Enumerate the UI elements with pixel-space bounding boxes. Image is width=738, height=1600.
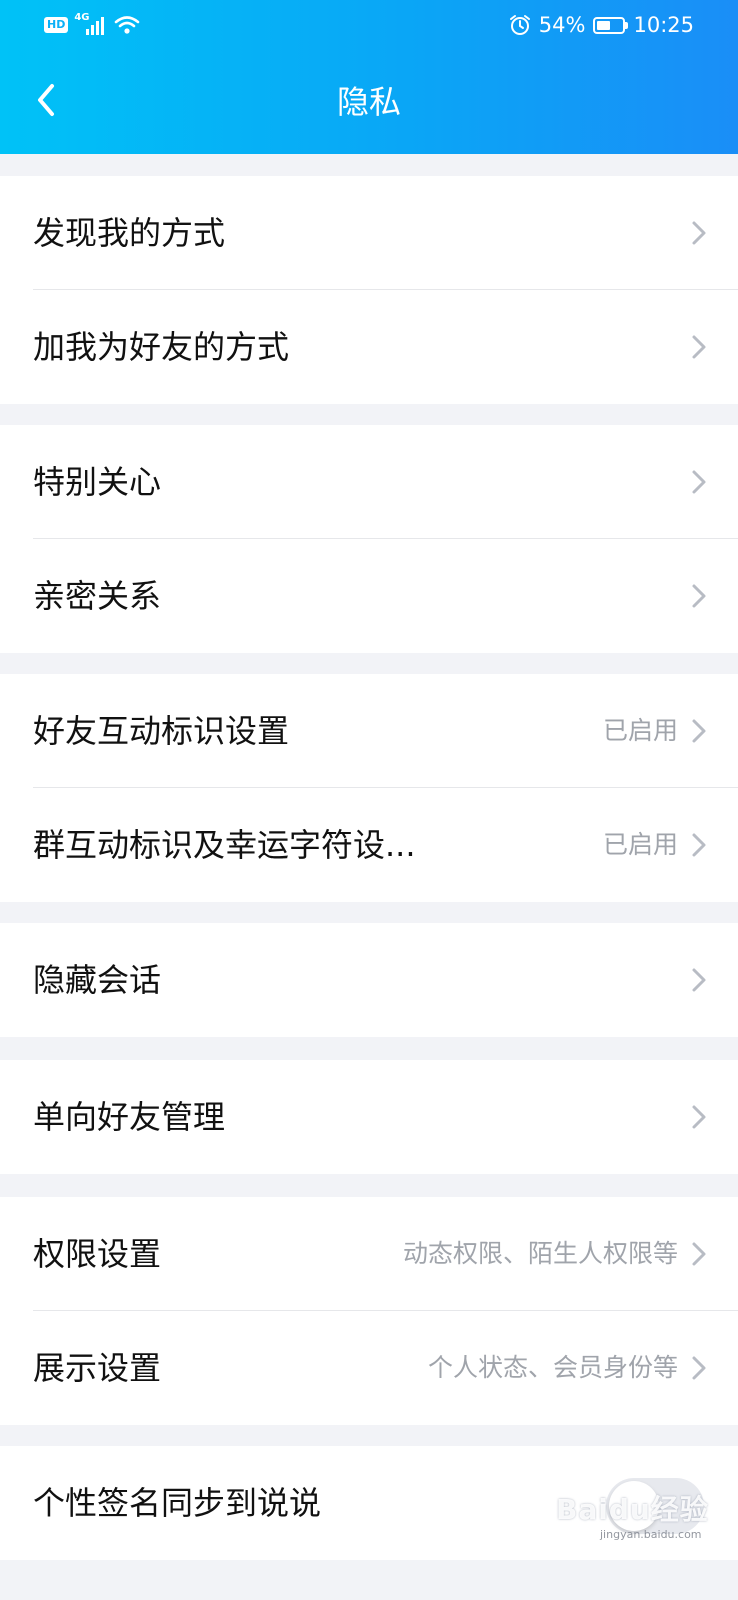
- chevron-right-icon: [692, 1242, 706, 1266]
- signal-icon: 4G: [74, 13, 108, 37]
- watermark-url: jingyan.baidu.com: [600, 1528, 702, 1541]
- chevron-right-icon: [692, 470, 706, 494]
- row-label: 发现我的方式: [33, 214, 226, 252]
- group-permissions: 权限设置 动态权限、陌生人权限等 展示设置 个人状态、会员身份等: [0, 1197, 738, 1425]
- chevron-right-icon: [692, 1356, 706, 1380]
- chevron-right-icon: [692, 221, 706, 245]
- row-label: 展示设置: [33, 1349, 162, 1387]
- chevron-right-icon: [692, 833, 706, 857]
- row-label: 权限设置: [33, 1235, 162, 1273]
- row-label: 特别关心: [33, 463, 162, 501]
- battery-icon: [593, 16, 629, 34]
- clock: 10:25: [633, 13, 694, 37]
- setting-row-special-care[interactable]: 特别关心: [0, 425, 738, 539]
- row-label: 隐藏会话: [33, 961, 162, 999]
- row-label: 群互动标识及幸运字符设...: [33, 826, 416, 864]
- chevron-right-icon: [692, 719, 706, 743]
- status-right: 54% 10:25: [509, 10, 694, 40]
- row-label: 亲密关系: [33, 577, 162, 615]
- battery-percent: 54%: [538, 13, 586, 37]
- status-left: HD 4G: [44, 12, 140, 38]
- row-label: 加我为好友的方式: [33, 328, 290, 366]
- setting-row-permissions[interactable]: 权限设置 动态权限、陌生人权限等: [0, 1197, 738, 1311]
- alarm-icon: [509, 15, 530, 35]
- baidu-watermark: Baidu经验 jingyan.baidu.com: [556, 1488, 716, 1541]
- wifi-icon: [115, 16, 140, 34]
- setting-row-intimate-relation[interactable]: 亲密关系: [0, 539, 738, 653]
- row-label: 单向好友管理: [33, 1098, 226, 1136]
- setting-row-group-interaction-mark[interactable]: 群互动标识及幸运字符设... 已启用: [0, 788, 738, 902]
- chevron-right-icon: [692, 335, 706, 359]
- top-app-bar: HD 4G 54% 10:25 隐私: [0, 0, 738, 154]
- watermark-text: Baidu经验: [556, 1493, 709, 1526]
- group-one-way-friends: 单向好友管理: [0, 1060, 738, 1174]
- row-value: 已启用: [602, 830, 678, 859]
- row-label: 个性签名同步到说说: [33, 1484, 322, 1522]
- row-label: 好友互动标识设置: [33, 712, 290, 750]
- row-value: 个人状态、会员身份等: [427, 1353, 678, 1382]
- group-interaction-marks: 好友互动标识设置 已启用 群互动标识及幸运字符设... 已启用: [0, 674, 738, 902]
- group-hidden-chats: 隐藏会话: [0, 923, 738, 1037]
- setting-row-add-friend-method[interactable]: 加我为好友的方式: [0, 290, 738, 404]
- chevron-right-icon: [692, 584, 706, 608]
- group-discovery: 发现我的方式 加我为好友的方式: [0, 176, 738, 404]
- setting-row-one-way-friends[interactable]: 单向好友管理: [0, 1060, 738, 1174]
- chevron-right-icon: [692, 968, 706, 992]
- setting-row-display[interactable]: 展示设置 个人状态、会员身份等: [0, 1311, 738, 1425]
- group-relations: 特别关心 亲密关系: [0, 425, 738, 653]
- chevron-right-icon: [692, 1105, 706, 1129]
- hd-icon: HD: [44, 17, 69, 33]
- setting-row-hidden-chats[interactable]: 隐藏会话: [0, 923, 738, 1037]
- status-bar: HD 4G 54% 10:25: [0, 0, 738, 50]
- setting-row-friend-interaction-mark[interactable]: 好友互动标识设置 已启用: [0, 674, 738, 788]
- row-value: 动态权限、陌生人权限等: [402, 1239, 678, 1268]
- page-title: 隐私: [336, 83, 401, 121]
- row-value: 已启用: [602, 716, 678, 745]
- setting-row-discover-me[interactable]: 发现我的方式: [0, 176, 738, 290]
